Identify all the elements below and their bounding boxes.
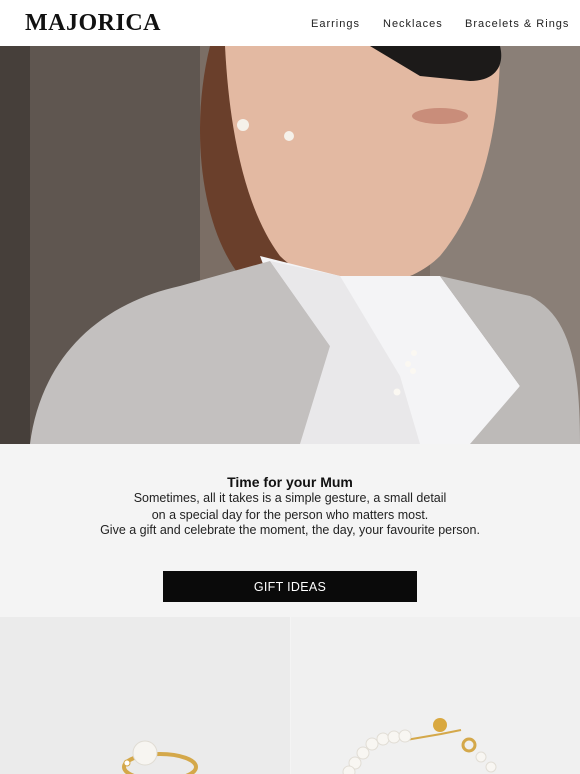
nav-necklaces[interactable]: Necklaces — [383, 18, 443, 30]
product-grid — [0, 617, 580, 774]
promo-text-line-1: Sometimes, all it takes is a simple gest… — [133, 491, 447, 505]
brand-logo[interactable]: MAJORICA — [25, 10, 161, 37]
hero-image[interactable] — [0, 46, 580, 444]
promo-section: Time for your Mum Sometimes, all it take… — [0, 444, 580, 618]
promo-title: Time for your Mum — [227, 474, 353, 490]
nav-bracelets-rings[interactable]: Bracelets & Rings — [465, 18, 569, 30]
product-tile-ring[interactable] — [0, 617, 290, 774]
header: MAJORICA Earrings Necklaces Bracelets & … — [0, 0, 580, 46]
gift-ideas-button[interactable]: GIFT IDEAS — [163, 571, 417, 602]
gold-pearl-ring-image — [0, 617, 290, 774]
nav-earrings[interactable]: Earrings — [311, 18, 360, 30]
promo-text-line-3: Give a gift and celebrate the moment, th… — [100, 523, 480, 537]
product-tile-bracelet[interactable] — [291, 617, 580, 774]
promo-text-line-2: on a special day for the person who matt… — [151, 508, 429, 522]
hero-photo — [0, 46, 580, 444]
gold-pearl-bracelet-image — [291, 617, 580, 774]
